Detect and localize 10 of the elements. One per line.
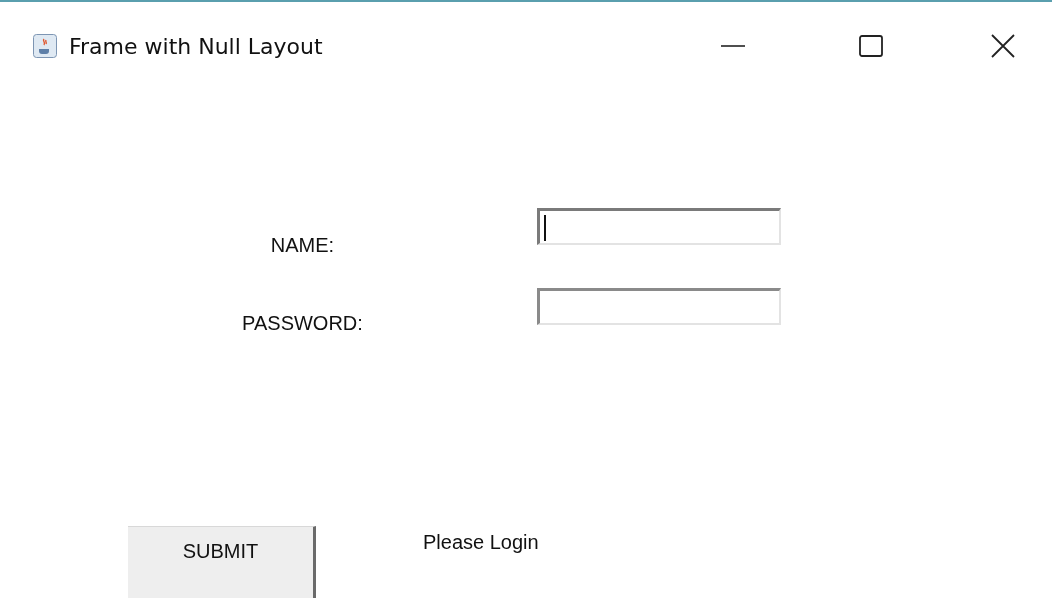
submit-button[interactable]: SUBMIT [128,526,316,598]
field-label: PASSWORD: [241,312,364,336]
status-message: Please Login [423,531,539,554]
field-label: NAME: [269,234,336,258]
input-field[interactable] [537,208,781,245]
maximize-icon[interactable] [858,33,884,59]
input-field[interactable] [537,288,781,325]
window-title: Frame with Null Layout [69,33,323,59]
java-cup-icon [33,34,57,58]
close-icon[interactable] [990,33,1016,59]
